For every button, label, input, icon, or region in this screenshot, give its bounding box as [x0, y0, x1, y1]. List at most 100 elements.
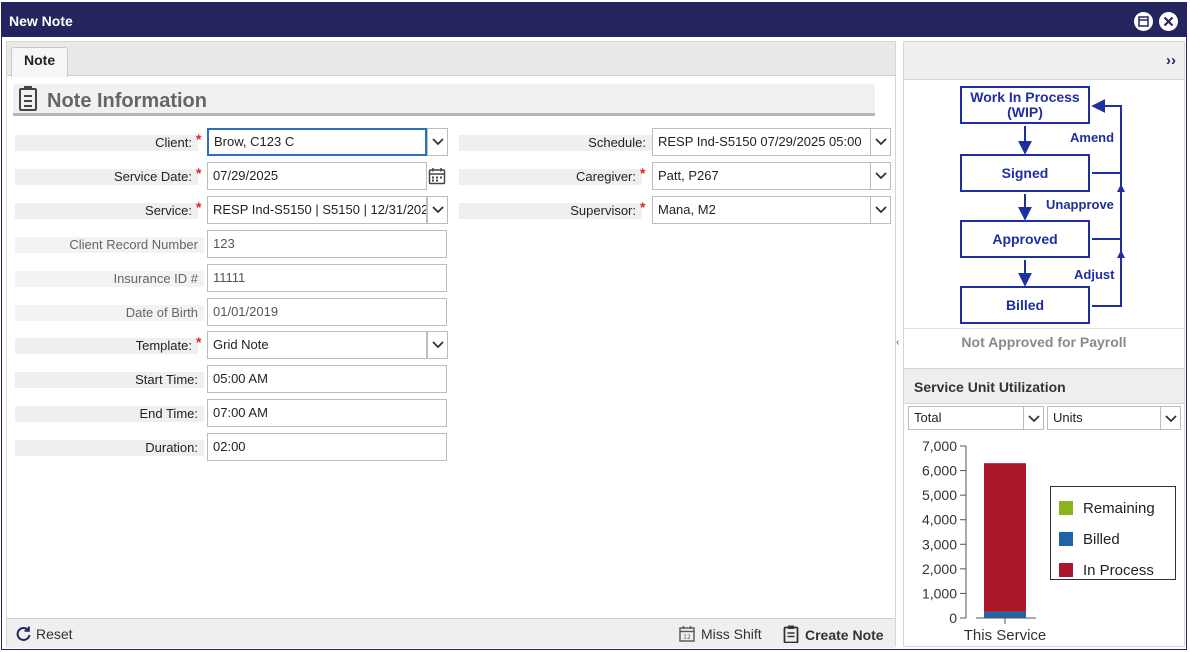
y-tick-label: 4,000 [922, 512, 957, 528]
required-marker: * [196, 131, 202, 147]
tab-note[interactable]: Note [11, 47, 69, 77]
required-marker: * [196, 334, 202, 350]
start-time-label: Start Time: [15, 372, 204, 388]
client-input[interactable]: Brow, C123 C [207, 128, 427, 156]
clipboard-icon [19, 86, 37, 111]
date-of-birth-field: 01/01/2019 [207, 298, 447, 326]
miss-shift-button[interactable]: 12 Miss Shift [679, 625, 762, 643]
transition-adjust: Adjust [1074, 267, 1115, 282]
required-marker: * [196, 199, 202, 215]
required-marker: * [196, 165, 202, 181]
y-tick-label: 3,000 [922, 536, 957, 552]
calendar-icon[interactable] [428, 167, 446, 188]
duration-label: Duration: [15, 440, 204, 456]
caregiver-dropdown[interactable] [870, 162, 891, 190]
service-dropdown[interactable] [427, 196, 448, 224]
chevron-down-icon [1165, 415, 1177, 423]
calendar-icon: 12 [679, 626, 695, 642]
legend-swatch [1059, 501, 1073, 515]
service-label: Service: [15, 203, 198, 219]
note-form-panel: Note Note Information Client: * Brow, C1… [6, 41, 896, 648]
utilization-filter-units[interactable]: Units [1047, 406, 1163, 430]
y-tick-label: 6,000 [922, 463, 957, 479]
end-time-label: End Time: [15, 406, 204, 422]
client-label: Client: [15, 135, 198, 151]
chevron-down-icon [875, 172, 887, 180]
legend-item-remaining: Remaining [1059, 501, 1155, 517]
title-bar: New Note [2, 3, 1186, 37]
new-note-window: New Note Note Note Information Client: *… [1, 2, 1187, 650]
window-title: New Note [9, 13, 73, 29]
section-title: Note Information [47, 90, 207, 112]
chevron-down-icon [875, 138, 887, 146]
schedule-input[interactable]: RESP Ind-S5150 07/29/2025 05:00 [652, 128, 871, 156]
chevron-down-icon [432, 138, 444, 146]
client-record-number-field: 123 [207, 230, 447, 258]
chevron-down-icon [432, 341, 444, 349]
service-date-input[interactable]: 07/29/2025 [207, 162, 427, 190]
bar-billed [984, 611, 1026, 618]
window-icon[interactable] [1134, 12, 1153, 31]
transition-amend: Amend [1070, 130, 1115, 145]
splitter-handle[interactable]: ‹ [896, 337, 899, 348]
y-tick-label: 0 [949, 610, 957, 626]
legend-label: Billed [1083, 531, 1120, 548]
service-date-label: Service Date: [15, 169, 198, 185]
tab-strip: Note [7, 42, 895, 77]
caregiver-label: Caregiver: [459, 169, 642, 185]
bar-in-process [984, 463, 1026, 612]
utilization-header: Service Unit Utilization [904, 368, 1184, 404]
end-time-input[interactable]: 07:00 AM [207, 399, 447, 427]
utilization-title: Service Unit Utilization [914, 379, 1066, 395]
legend-swatch [1059, 532, 1073, 546]
caregiver-input[interactable]: Patt, P267 [652, 162, 871, 190]
create-note-label: Create Note [805, 627, 884, 643]
clipboard-icon [783, 625, 799, 644]
section-header: Note Information [13, 84, 875, 116]
legend-swatch [1059, 563, 1073, 577]
duration-input[interactable]: 02:00 [207, 433, 447, 461]
payroll-status: Not Approved for Payroll [961, 334, 1127, 350]
supervisor-label: Supervisor: [459, 203, 642, 219]
y-tick-label: 2,000 [922, 561, 957, 577]
y-tick-label: 7,000 [922, 438, 957, 454]
x-tick-label: This Service [964, 627, 1047, 644]
start-time-input[interactable]: 05:00 AM [207, 365, 447, 393]
schedule-label: Schedule: [459, 135, 652, 151]
close-icon[interactable] [1159, 12, 1178, 31]
reset-label: Reset [36, 626, 73, 642]
chevron-down-icon [875, 206, 887, 214]
template-label: Template: [15, 338, 198, 354]
side-panel: ›› Work In Process (WIP) Signed Approved… [903, 41, 1185, 647]
y-tick-label: 5,000 [922, 487, 957, 503]
supervisor-input[interactable]: Mana, M2 [652, 196, 871, 224]
refresh-icon [16, 626, 31, 641]
reset-button[interactable]: Reset [15, 625, 73, 643]
legend-item-in-process: In Process [1059, 563, 1154, 579]
template-select[interactable]: Grid Note [207, 331, 427, 359]
chevron-down-icon [1028, 415, 1040, 423]
utilization-filter-total-dropdown[interactable] [1023, 406, 1044, 430]
form-footer: Reset 12 Miss Shift Create Note [7, 618, 895, 648]
legend-item-billed: Billed [1059, 532, 1120, 548]
legend-label: In Process [1083, 562, 1154, 579]
date-of-birth-label: Date of Birth [15, 305, 204, 321]
required-marker: * [640, 165, 646, 181]
y-tick-label: 1,000 [922, 585, 957, 601]
utilization-filter-total[interactable]: Total [908, 406, 1026, 430]
service-input[interactable]: RESP Ind-S5150 | S5150 | 12/31/2025 [207, 196, 427, 224]
insurance-id-field: 11111 [207, 264, 447, 292]
miss-shift-label: Miss Shift [701, 626, 762, 642]
client-record-number-label: Client Record Number [15, 237, 204, 253]
chart-legend: Remaining Billed In Process [1050, 486, 1176, 580]
create-note-button[interactable]: Create Note [783, 625, 884, 644]
legend-label: Remaining [1083, 500, 1155, 517]
utilization-filter-units-dropdown[interactable] [1160, 406, 1181, 430]
template-dropdown[interactable] [427, 331, 448, 359]
insurance-id-label: Insurance ID # [15, 271, 204, 287]
chevron-down-icon [432, 206, 444, 214]
supervisor-dropdown[interactable] [870, 196, 891, 224]
schedule-dropdown[interactable] [870, 128, 891, 156]
svg-text:12: 12 [683, 634, 691, 641]
client-dropdown[interactable] [427, 128, 448, 156]
